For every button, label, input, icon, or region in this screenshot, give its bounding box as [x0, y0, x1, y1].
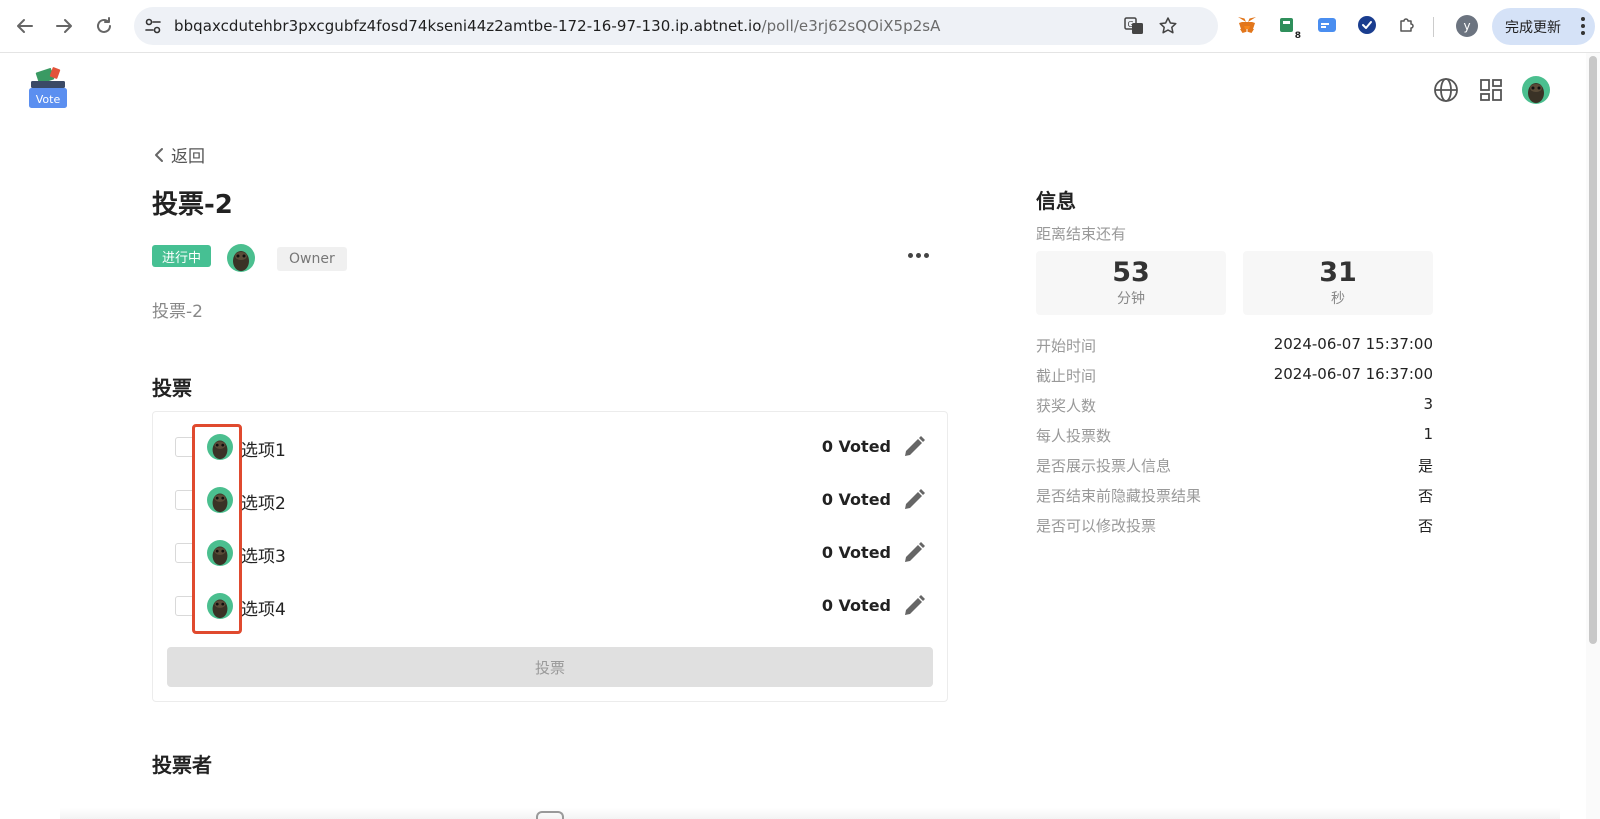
countdown-seconds: 31 秒 — [1243, 251, 1433, 315]
forward-arrow-icon[interactable] — [52, 14, 76, 38]
url-host: bbqaxcdutehbr3pxcgubfz4fosd74kseni44z2am… — [174, 17, 762, 35]
option-checkbox[interactable] — [175, 490, 195, 510]
back-arrow-icon[interactable] — [13, 14, 37, 38]
vote-option-row[interactable]: 选项4 0 Voted — [153, 581, 949, 633]
info-value: 2024-06-07 16:37:00 — [1273, 365, 1433, 383]
apps-grid-icon[interactable] — [1477, 76, 1505, 104]
info-key: 截止时间 — [1036, 367, 1097, 385]
pencil-edit-icon[interactable] — [901, 593, 927, 619]
option-checkbox[interactable] — [175, 596, 195, 616]
info-value: 否 — [1417, 487, 1433, 505]
info-row-show-voters: 是否展示投票人信息 是 — [1036, 455, 1433, 479]
owner-avatar[interactable] — [227, 244, 255, 276]
status-badge: 进行中 — [152, 245, 212, 267]
seconds-unit: 秒 — [1331, 291, 1345, 307]
profile-avatar[interactable]: y — [1456, 15, 1478, 37]
info-value: 3 — [1423, 395, 1433, 413]
bottom-panel-handle[interactable] — [536, 811, 564, 819]
poll-description: 投票-2 — [152, 302, 203, 322]
globe-language-icon[interactable] — [1432, 76, 1460, 104]
update-button-label: 完成更新 — [1505, 19, 1561, 36]
option-label: 选项3 — [241, 547, 286, 567]
info-row-end-time: 截止时间 2024-06-07 16:37:00 — [1036, 365, 1433, 389]
submit-vote-button[interactable]: 投票 — [167, 647, 933, 687]
bookmark-star-icon[interactable] — [1158, 16, 1178, 36]
address-bar[interactable]: bbqaxcdutehbr3pxcgubfz4fosd74kseni44z2am… — [134, 7, 1218, 45]
vote-option-row[interactable]: 选项3 0 Voted — [153, 528, 949, 580]
owner-tag: Owner — [277, 247, 347, 271]
option-avatar — [207, 487, 233, 517]
url-path: /poll/e3rj62sQOiX5p2sA — [761, 17, 941, 35]
pencil-edit-icon[interactable] — [901, 434, 927, 460]
more-options-icon[interactable] — [908, 253, 929, 258]
poll-title: 投票-2 — [152, 190, 233, 220]
minutes-unit: 分钟 — [1117, 291, 1145, 307]
check-extension-icon[interactable] — [1356, 14, 1378, 36]
info-row-winners: 获奖人数 3 — [1036, 395, 1433, 419]
scrollbar-thumb[interactable] — [1589, 56, 1597, 644]
info-title: 信息 — [1036, 189, 1076, 213]
vote-logo[interactable]: Vote — [26, 66, 70, 112]
info-row-hide-results: 是否结束前隐藏投票结果 否 — [1036, 485, 1433, 509]
metamask-extension-icon[interactable] — [1236, 14, 1258, 36]
option-avatar — [207, 540, 233, 570]
option-avatar — [207, 434, 233, 464]
vote-options-card: 选项1 0 Voted 选项2 0 Voted 选项3 0 Voted 选项4 — [152, 411, 948, 702]
option-vote-count: 0 Voted — [821, 543, 891, 562]
card-extension-icon[interactable] — [1316, 14, 1338, 36]
user-avatar[interactable] — [1522, 76, 1550, 104]
vote-option-row[interactable]: 选项2 0 Voted — [153, 475, 949, 527]
info-key: 开始时间 — [1036, 337, 1097, 355]
minutes-value: 53 — [1112, 257, 1150, 288]
browser-toolbar: bbqaxcdutehbr3pxcgubfz4fosd74kseni44z2am… — [0, 0, 1600, 53]
option-checkbox[interactable] — [175, 543, 195, 563]
update-browser-button[interactable]: 完成更新 — [1492, 8, 1595, 45]
voters-section-title: 投票者 — [152, 753, 212, 777]
pencil-edit-icon[interactable] — [901, 487, 927, 513]
info-key: 获奖人数 — [1036, 397, 1097, 415]
url-text[interactable]: bbqaxcdutehbr3pxcgubfz4fosd74kseni44z2am… — [174, 17, 940, 35]
info-value: 否 — [1417, 517, 1433, 535]
info-row-start-time: 开始时间 2024-06-07 15:37:00 — [1036, 335, 1433, 359]
option-checkbox[interactable] — [175, 437, 195, 457]
svg-text:G: G — [1128, 20, 1134, 29]
option-vote-count: 0 Voted — [821, 490, 891, 509]
back-link[interactable]: 返回 — [153, 142, 205, 167]
countdown-minutes: 53 分钟 — [1036, 251, 1226, 315]
vote-option-row[interactable]: 选项1 0 Voted — [153, 422, 949, 474]
site-settings-icon[interactable] — [144, 17, 162, 39]
info-value: 2024-06-07 15:37:00 — [1273, 335, 1433, 353]
option-label: 选项4 — [241, 600, 286, 620]
option-vote-count: 0 Voted — [821, 437, 891, 456]
info-key: 是否结束前隐藏投票结果 — [1036, 487, 1202, 505]
info-row-modify-vote: 是否可以修改投票 否 — [1036, 515, 1433, 539]
seconds-value: 31 — [1319, 257, 1357, 288]
back-label: 返回 — [171, 147, 205, 167]
vote-section-title: 投票 — [152, 376, 192, 400]
option-avatar — [207, 593, 233, 623]
option-vote-count: 0 Voted — [821, 596, 891, 615]
extension-counter-icon[interactable]: 8 — [1276, 14, 1303, 41]
countdown-label: 距离结束还有 — [1036, 225, 1127, 243]
browser-menu-icon[interactable] — [1581, 17, 1585, 38]
pencil-edit-icon[interactable] — [901, 540, 927, 566]
logo-text: Vote — [36, 93, 61, 106]
translate-icon[interactable]: G — [1124, 16, 1144, 36]
option-label: 选项2 — [241, 494, 286, 514]
toolbar-divider — [1433, 17, 1434, 37]
chevron-left-icon — [155, 147, 163, 162]
option-label: 选项1 — [241, 441, 286, 461]
extension-badge: 8 — [1292, 31, 1303, 41]
info-key: 每人投票数 — [1036, 427, 1112, 445]
puzzle-extensions-icon[interactable] — [1396, 14, 1418, 36]
info-value: 1 — [1423, 425, 1433, 443]
bottom-panel-edge — [60, 808, 1560, 819]
info-key: 是否展示投票人信息 — [1036, 457, 1172, 475]
info-key: 是否可以修改投票 — [1036, 517, 1157, 535]
info-row-votes-per-person: 每人投票数 1 — [1036, 425, 1433, 449]
reload-icon[interactable] — [92, 14, 116, 38]
info-value: 是 — [1417, 457, 1433, 475]
